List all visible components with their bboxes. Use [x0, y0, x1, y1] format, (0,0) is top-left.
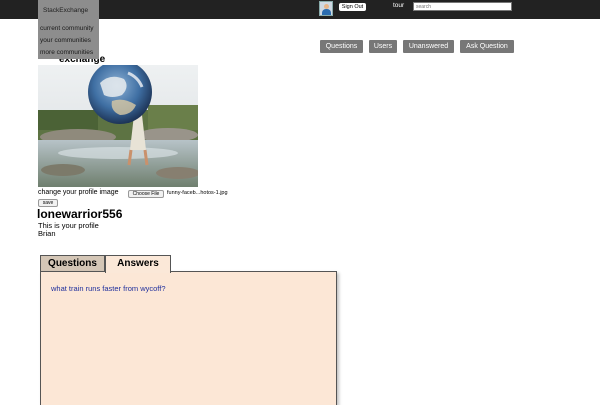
answers-panel: what train runs faster from wycoff? — [40, 271, 337, 405]
answer-link[interactable]: what train runs faster from wycoff? — [51, 284, 166, 293]
menu-item-more-communities[interactable]: more communities — [40, 49, 93, 56]
avatar-body — [322, 9, 331, 15]
choose-file-button[interactable]: Choose File — [128, 190, 164, 198]
save-button[interactable]: save — [38, 199, 58, 207]
selected-file-name: funny-faceb...hotos-1.jpg — [167, 190, 228, 196]
profile-real-name: Brian — [38, 229, 56, 238]
nav-users-button[interactable]: Users — [369, 40, 397, 53]
tour-link[interactable]: tour — [393, 2, 404, 9]
user-avatar[interactable] — [319, 1, 333, 16]
stackexchange-menu[interactable]: StackExchange — [43, 7, 88, 14]
search-input[interactable] — [413, 2, 512, 11]
profile-username: lonewarrior556 — [37, 207, 123, 221]
communities-dropdown: StackExchange current community your com… — [38, 0, 99, 59]
tab-answers[interactable]: Answers — [105, 255, 171, 273]
nav-ask-question-button[interactable]: Ask Question — [460, 40, 514, 53]
tab-questions[interactable]: Questions — [40, 255, 105, 272]
menu-item-your-communities[interactable]: your communities — [40, 37, 91, 44]
change-profile-image-label: change your profile image — [38, 189, 119, 196]
profile-image — [38, 65, 198, 187]
nav-questions-button[interactable]: Questions — [320, 40, 363, 53]
sign-out-button[interactable]: Sign Out — [339, 3, 366, 11]
menu-item-current-community[interactable]: current community — [40, 25, 93, 32]
nav-unanswered-button[interactable]: Unanswered — [403, 40, 454, 53]
